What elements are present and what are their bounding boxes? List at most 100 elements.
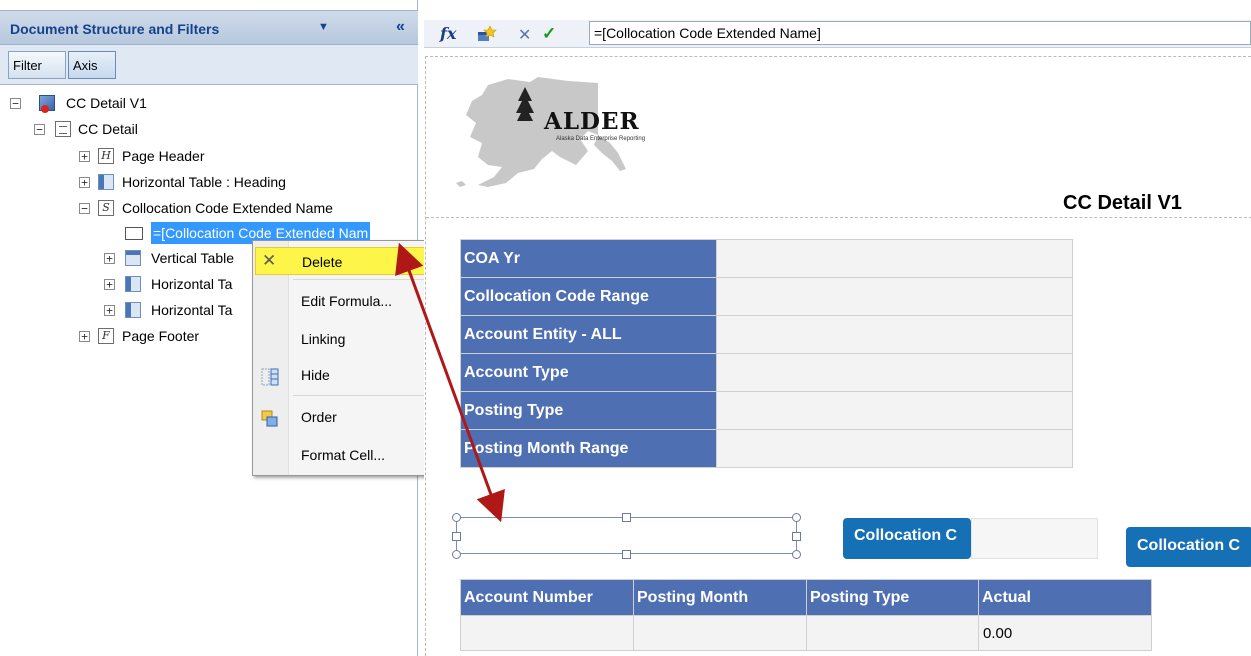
menu-item-edit-formula[interactable]: Edit Formula... bbox=[255, 287, 442, 315]
parameter-value[interactable] bbox=[716, 353, 1073, 392]
hide-icon bbox=[261, 367, 279, 386]
detail-table: Account Number Posting Month Posting Typ… bbox=[460, 579, 1152, 651]
parameter-label[interactable]: Posting Type bbox=[460, 391, 717, 430]
collocation-cell-label[interactable]: Collocation C bbox=[1126, 527, 1251, 567]
tree-item-horizontal-table[interactable]: + Horizontal Ta bbox=[0, 299, 250, 321]
formula-input[interactable]: =[Collocation Code Extended Name] bbox=[589, 21, 1251, 45]
tree-item-page-footer[interactable]: + F Page Footer bbox=[0, 325, 250, 347]
cancel-formula-icon[interactable]: ✕ bbox=[518, 25, 531, 45]
parameter-value[interactable] bbox=[716, 429, 1073, 468]
table-cell[interactable] bbox=[806, 615, 979, 651]
horizontal-table-icon bbox=[125, 302, 141, 318]
panel-tab-bar: Filter Axis bbox=[0, 45, 418, 85]
expand-toggle-icon[interactable]: + bbox=[79, 151, 90, 162]
tab-axis[interactable]: Axis bbox=[68, 51, 116, 79]
tree-item-root[interactable]: − CC Detail V1 bbox=[0, 92, 300, 114]
expand-toggle-icon[interactable]: + bbox=[79, 177, 90, 188]
column-header[interactable]: Actual bbox=[978, 579, 1152, 616]
table-cell[interactable]: 0.00 bbox=[978, 615, 1152, 651]
tree-item-label: Horizontal Ta bbox=[151, 276, 233, 292]
parameter-value[interactable] bbox=[716, 315, 1073, 354]
menu-item-label: Delete bbox=[302, 254, 343, 270]
parameter-label[interactable]: Account Entity - ALL bbox=[460, 315, 717, 354]
resize-handle[interactable] bbox=[452, 550, 461, 559]
resize-handle[interactable] bbox=[622, 513, 631, 522]
tree-item-heading-table[interactable]: + Horizontal Table : Heading bbox=[0, 171, 330, 193]
tree-item-label: Page Header bbox=[122, 148, 205, 164]
tree-item-label: Page Footer bbox=[122, 328, 200, 344]
parameter-label[interactable]: Account Type bbox=[460, 353, 717, 392]
column-header[interactable]: Posting Type bbox=[806, 579, 979, 616]
panel-title: Document Structure and Filters bbox=[10, 21, 220, 37]
resize-handle[interactable] bbox=[792, 550, 801, 559]
logo-subtext: Alaska Data Enterprise Reporting bbox=[556, 136, 646, 142]
menu-item-delete[interactable]: ✕ Delete bbox=[255, 247, 442, 275]
panel-dropdown-icon[interactable]: ▼ bbox=[318, 21, 329, 33]
table-row: 0.00 bbox=[460, 615, 1152, 651]
selected-empty-cell[interactable] bbox=[452, 513, 801, 559]
column-header[interactable]: Account Number bbox=[460, 579, 634, 616]
parameter-label[interactable]: Posting Month Range bbox=[460, 429, 717, 468]
parameter-value[interactable] bbox=[716, 391, 1073, 430]
page-header-separator bbox=[426, 217, 1251, 218]
tree-item-label: Horizontal Table : Heading bbox=[122, 174, 286, 190]
expand-toggle-icon[interactable]: + bbox=[104, 279, 115, 290]
parameter-label[interactable]: Collocation Code Range bbox=[460, 277, 717, 316]
resize-handle[interactable] bbox=[792, 513, 801, 522]
horizontal-table-icon bbox=[125, 276, 141, 292]
collapse-toggle-icon[interactable]: − bbox=[10, 98, 21, 109]
menu-item-order[interactable]: Order ▶ bbox=[255, 403, 442, 431]
table-cell[interactable] bbox=[633, 615, 807, 651]
menu-separator bbox=[293, 279, 441, 280]
table-row: Posting Month Range bbox=[460, 429, 1073, 468]
expand-toggle-icon[interactable]: + bbox=[104, 253, 115, 264]
app-window: Document Structure and Filters ▼ « Filte… bbox=[0, 0, 1251, 656]
table-row: Collocation Code Range bbox=[460, 277, 1073, 316]
column-header[interactable]: Posting Month bbox=[633, 579, 807, 616]
tree-item-label: CC Detail bbox=[78, 121, 138, 137]
menu-item-linking[interactable]: Linking ▶ bbox=[255, 325, 442, 353]
collapse-toggle-icon[interactable]: − bbox=[79, 203, 90, 214]
tree-item-page-header[interactable]: + H Page Header bbox=[0, 145, 300, 167]
collapse-panel-icon[interactable]: « bbox=[396, 18, 405, 36]
horizontal-table-icon bbox=[98, 174, 114, 190]
delete-icon: ✕ bbox=[262, 251, 277, 270]
validate-formula-icon[interactable]: ✓ bbox=[542, 24, 556, 44]
parameter-label[interactable]: COA Yr bbox=[460, 239, 717, 278]
collapse-toggle-icon[interactable]: − bbox=[34, 124, 45, 135]
menu-item-hide[interactable]: Hide ▶ bbox=[255, 361, 442, 389]
collocation-cell-label[interactable]: Collocation C bbox=[843, 518, 971, 559]
expand-toggle-icon[interactable]: + bbox=[79, 331, 90, 342]
vertical-table-icon bbox=[125, 250, 141, 266]
expand-toggle-icon[interactable]: + bbox=[104, 305, 115, 316]
formula-editor-icon[interactable]: fx bbox=[440, 24, 456, 43]
table-header-row: Account Number Posting Month Posting Typ… bbox=[460, 579, 1152, 616]
alder-logo: ALDER Alaska Data Enterprise Reporting bbox=[448, 73, 648, 193]
tree-item-vertical-table[interactable]: + Vertical Table bbox=[0, 247, 250, 269]
context-menu: ✕ Delete Edit Formula... Linking ▶ Hide … bbox=[252, 240, 445, 476]
menu-item-label: Order bbox=[301, 409, 337, 425]
free-cell-icon bbox=[125, 227, 143, 240]
resize-handle[interactable] bbox=[452, 513, 461, 522]
menu-separator bbox=[293, 395, 441, 396]
collocation-cell-value[interactable] bbox=[971, 518, 1098, 559]
order-icon bbox=[261, 409, 279, 427]
parameter-value[interactable] bbox=[716, 239, 1073, 278]
tree-item-report[interactable]: − CC Detail bbox=[0, 118, 300, 140]
menu-item-format-cell[interactable]: Format Cell... bbox=[255, 441, 442, 469]
resize-handle[interactable] bbox=[622, 550, 631, 559]
logo-text: ALDER bbox=[544, 108, 640, 135]
tab-filter[interactable]: Filter bbox=[8, 51, 66, 79]
create-variable-icon[interactable] bbox=[477, 25, 497, 41]
tree-item-horizontal-table[interactable]: + Horizontal Ta bbox=[0, 273, 250, 295]
tree-item-section[interactable]: − S Collocation Code Extended Name bbox=[0, 197, 380, 219]
resize-handle[interactable] bbox=[452, 532, 461, 541]
menu-item-label: Linking bbox=[301, 331, 346, 347]
parameter-value[interactable] bbox=[716, 277, 1073, 316]
table-row: Posting Type bbox=[460, 391, 1073, 430]
table-cell[interactable] bbox=[460, 615, 634, 651]
tree-item-label: Horizontal Ta bbox=[151, 302, 233, 318]
section-icon: S bbox=[98, 200, 114, 216]
resize-handle[interactable] bbox=[792, 532, 801, 541]
report-page-icon bbox=[55, 121, 71, 137]
